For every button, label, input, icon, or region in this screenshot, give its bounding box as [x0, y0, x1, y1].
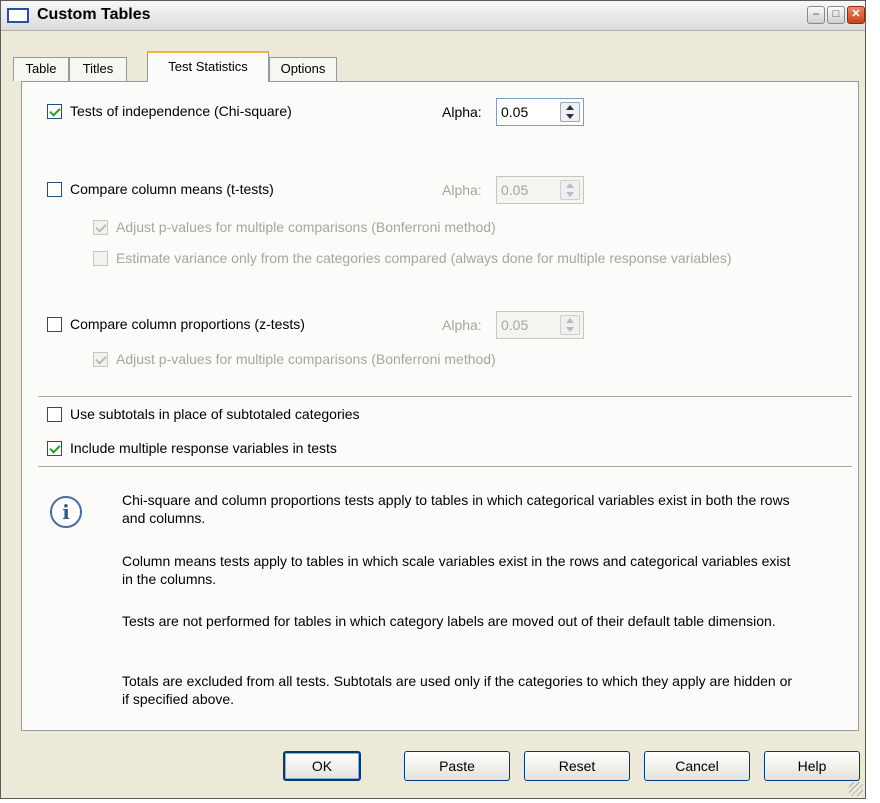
- chi-square-alpha-value[interactable]: 0.05: [501, 104, 528, 120]
- means-alpha-label: Alpha:: [442, 182, 482, 198]
- chi-square-label[interactable]: Tests of independence (Chi-square): [70, 103, 292, 119]
- means-label[interactable]: Compare column means (t-tests): [70, 181, 274, 197]
- window-title: Custom Tables: [37, 6, 151, 23]
- tab-table[interactable]: Table: [13, 57, 69, 81]
- proportions-alpha-value[interactable]: 0.05: [501, 317, 528, 333]
- means-alpha-value[interactable]: 0.05: [501, 182, 528, 198]
- close-button[interactable]: ✕: [847, 6, 865, 24]
- proportions-label[interactable]: Compare column proportions (z-tests): [70, 316, 305, 332]
- means-adjust-label[interactable]: Adjust p-values for multiple comparisons…: [116, 219, 496, 235]
- info-paragraph-3: Tests are not performed for tables in wh…: [122, 613, 776, 629]
- window-icon: [7, 8, 29, 23]
- spin-arrows-icon[interactable]: [560, 180, 580, 200]
- tab-test-statistics[interactable]: Test Statistics: [147, 51, 269, 82]
- paste-button[interactable]: Paste: [404, 751, 510, 781]
- ok-button[interactable]: OK: [283, 751, 361, 781]
- means-checkbox[interactable]: [47, 182, 62, 197]
- subtotals-label[interactable]: Use subtotals in place of subtotaled cat…: [70, 406, 360, 422]
- info-paragraph-4: Totals are excluded from all tests. Subt…: [122, 673, 793, 707]
- resize-grip-icon[interactable]: [849, 782, 863, 796]
- spin-arrows-icon[interactable]: [560, 315, 580, 335]
- test-statistics-panel: Tests of independence (Chi-square) Alpha…: [21, 81, 859, 731]
- chi-square-alpha-label: Alpha:: [442, 104, 482, 120]
- chi-square-alpha-spinner[interactable]: 0.05: [496, 98, 584, 126]
- info-paragraph-1: Chi-square and column proportions tests …: [122, 492, 790, 526]
- proportions-adjust-label[interactable]: Adjust p-values for multiple comparisons…: [116, 351, 496, 367]
- chi-square-checkbox[interactable]: [47, 104, 62, 119]
- spin-arrows-icon[interactable]: [560, 102, 580, 122]
- means-alpha-spinner[interactable]: 0.05: [496, 176, 584, 204]
- multi-response-checkbox[interactable]: [47, 441, 62, 456]
- help-button[interactable]: Help: [764, 751, 860, 781]
- separator: [38, 396, 852, 398]
- maximize-button[interactable]: □: [827, 6, 845, 24]
- reset-button[interactable]: Reset: [524, 751, 630, 781]
- proportions-alpha-label: Alpha:: [442, 317, 482, 333]
- proportions-alpha-spinner[interactable]: 0.05: [496, 311, 584, 339]
- subtotals-checkbox[interactable]: [47, 407, 62, 422]
- cancel-button[interactable]: Cancel: [644, 751, 750, 781]
- proportions-adjust-checkbox[interactable]: [93, 352, 108, 367]
- proportions-checkbox[interactable]: [47, 317, 62, 332]
- separator: [38, 466, 852, 468]
- custom-tables-dialog: Custom Tables – □ ✕ Table Titles Test St…: [0, 0, 866, 799]
- info-paragraph-2: Column means tests apply to tables in wh…: [122, 553, 791, 587]
- tab-options[interactable]: Options: [269, 57, 337, 81]
- tab-titles[interactable]: Titles: [69, 57, 127, 81]
- title-bar[interactable]: Custom Tables – □ ✕: [1, 1, 865, 31]
- estimate-variance-label[interactable]: Estimate variance only from the categori…: [116, 250, 732, 266]
- means-adjust-checkbox[interactable]: [93, 220, 108, 235]
- minimize-button[interactable]: –: [807, 6, 825, 24]
- info-icon: i: [50, 496, 82, 528]
- estimate-variance-checkbox[interactable]: [93, 251, 108, 266]
- multi-response-label[interactable]: Include multiple response variables in t…: [70, 440, 337, 456]
